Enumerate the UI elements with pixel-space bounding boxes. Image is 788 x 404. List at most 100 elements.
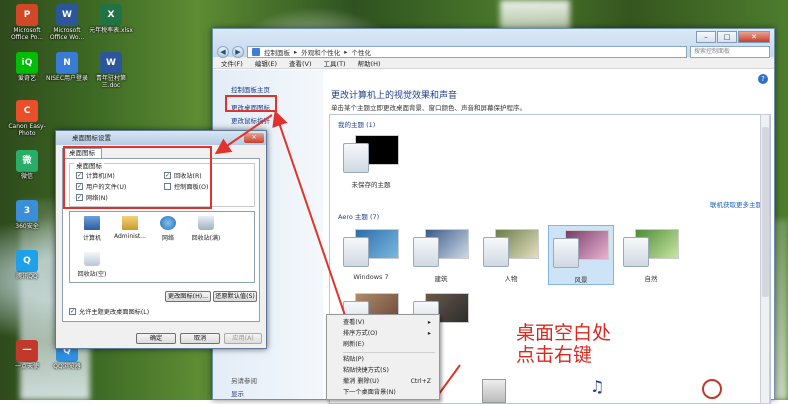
app-icon: W bbox=[56, 4, 78, 26]
theme-thumbnail bbox=[343, 135, 399, 173]
dialog-close-button[interactable]: ✕ bbox=[244, 133, 264, 143]
theme-aero[interactable]: Windows 7 bbox=[338, 225, 404, 281]
network-icon-item[interactable]: 网络 bbox=[150, 216, 186, 242]
desktop-shortcut[interactable]: C Canon Easy-Photo bbox=[4, 100, 50, 137]
breadcrumb-separator: ▸ bbox=[344, 48, 348, 56]
app-icon: X bbox=[100, 4, 122, 26]
app-icon: iQ bbox=[16, 52, 38, 74]
app-icon: 微 bbox=[16, 150, 38, 172]
title-bar: – □ ✕ ◀ ▶ 控制面板 ▸ 外观和个性化 ▸ 个性化 搜索控制面板 bbox=[213, 29, 774, 58]
control-panel-home-link[interactable]: 控制面板主页 bbox=[231, 84, 270, 94]
user-folder-icon bbox=[122, 216, 138, 230]
breadcrumb-item[interactable]: 外观和个性化 bbox=[301, 47, 340, 57]
recycle-bin-empty-icon bbox=[84, 252, 100, 266]
network-icon bbox=[160, 216, 176, 230]
theme-thumbnail bbox=[553, 230, 609, 268]
desktop-shortcut-label: 360安全 bbox=[15, 223, 39, 230]
menu-item-paste-shortcut[interactable]: 粘贴快捷方式(S) bbox=[343, 366, 435, 376]
desktop-shortcut[interactable]: 3 360安全 bbox=[4, 200, 50, 230]
display-link[interactable]: 显示 bbox=[231, 388, 244, 398]
desktop-shortcut[interactable]: W Microsoft Office Wo... bbox=[44, 4, 90, 41]
menu-file[interactable]: 文件(F) bbox=[221, 58, 243, 68]
theme-aero[interactable]: 风景 bbox=[548, 225, 614, 285]
breadcrumb-separator: ▸ bbox=[294, 48, 298, 56]
scrollbar-thumb[interactable] bbox=[762, 127, 769, 297]
menu-item-sort[interactable]: 排序方式(O) ▸ bbox=[343, 329, 435, 339]
forward-button[interactable]: ▶ bbox=[232, 46, 244, 58]
desktop-shortcut[interactable]: W 青年驻村第三.doc bbox=[88, 52, 134, 89]
page-subtitle: 单击某个主题立即更改桌面背景、窗口颜色、声音和屏幕保护程序。 bbox=[331, 104, 526, 112]
app-icon: N bbox=[56, 52, 78, 74]
desktop-shortcut[interactable]: X 元年税率表.xlsx bbox=[88, 4, 134, 34]
dialog-title: 桌面图标设置 bbox=[56, 131, 266, 145]
aero-themes-header: Aero 主题 (7) bbox=[338, 213, 380, 221]
theme-aero[interactable]: 建筑 bbox=[408, 225, 474, 283]
highlight-change-desktop-icons bbox=[225, 95, 277, 112]
minimize-button[interactable]: – bbox=[696, 31, 716, 43]
desktop-background-icon[interactable] bbox=[482, 379, 506, 403]
control-panel-window: – □ ✕ ◀ ▶ 控制面板 ▸ 外观和个性化 ▸ 个性化 搜索控制面板 文件(… bbox=[212, 28, 775, 404]
ok-button[interactable]: 确定 bbox=[136, 333, 176, 344]
change-icon-button[interactable]: 更改图标(H)... bbox=[165, 291, 211, 302]
desktop-shortcut-label: 腾讯QQ bbox=[16, 273, 38, 280]
page-title: 更改计算机上的视觉效果和声音 bbox=[331, 91, 458, 101]
maximize-button[interactable]: □ bbox=[717, 31, 737, 43]
menu-item-refresh[interactable]: 刷新(E) bbox=[343, 340, 435, 350]
theme-thumbnail bbox=[343, 229, 399, 267]
help-icon[interactable]: ? bbox=[758, 74, 768, 84]
context-menu: 查看(V) ▸ 排序方式(O) ▸ 刷新(E) 粘贴(P) 粘贴快捷方式(S) 撤消… bbox=[326, 314, 440, 400]
user-files-icon-item[interactable]: Administ... bbox=[112, 216, 148, 240]
menu-tools[interactable]: 工具(T) bbox=[324, 58, 346, 68]
computer-icon-item[interactable]: 计算机 bbox=[74, 216, 110, 242]
breadcrumb-item[interactable]: 控制面板 bbox=[264, 47, 290, 57]
address-bar[interactable]: 控制面板 ▸ 外观和个性化 ▸ 个性化 bbox=[247, 46, 687, 58]
menu-item-paste[interactable]: 粘贴(P) bbox=[343, 355, 435, 365]
allow-themes-checkbox[interactable]: ✓ 允许主题更改桌面图标(L) bbox=[69, 307, 149, 316]
back-button[interactable]: ◀ bbox=[217, 46, 229, 58]
theme-name: 自然 bbox=[644, 275, 658, 283]
menu-view[interactable]: 查看(V) bbox=[289, 58, 312, 68]
app-icon: C bbox=[16, 100, 38, 122]
cancel-button[interactable]: 取消 bbox=[180, 333, 220, 344]
desktop-shortcut[interactable]: N NISEC用户登录 bbox=[44, 52, 90, 82]
annotation-line-1: 桌面空白处 bbox=[516, 322, 612, 344]
desktop-shortcut-label: 元年税率表.xlsx bbox=[89, 27, 133, 34]
desktop-shortcut-label: QQ浏览器 bbox=[53, 363, 81, 370]
computer-icon bbox=[84, 216, 100, 230]
menu-help[interactable]: 帮助(H) bbox=[358, 58, 381, 68]
theme-name: 建筑 bbox=[434, 275, 448, 283]
get-more-themes-link[interactable]: 联机获取更多主题 bbox=[710, 199, 762, 209]
icon-list[interactable]: 计算机 Administ... 网络 回收站(满) 回收站(空) bbox=[69, 211, 255, 283]
sounds-icon[interactable]: ♫ bbox=[590, 377, 604, 396]
highlight-desktop-icons-group bbox=[63, 146, 212, 209]
desktop-shortcut[interactable]: Q 腾讯QQ bbox=[4, 250, 50, 280]
menu-edit[interactable]: 编辑(E) bbox=[255, 58, 277, 68]
restore-default-button[interactable]: 还原默认值(S) bbox=[213, 291, 257, 302]
theme-name: 风景 bbox=[574, 276, 588, 284]
menu-item-view[interactable]: 查看(V) ▸ bbox=[343, 318, 435, 328]
recycle-empty-icon-item[interactable]: 回收站(空) bbox=[74, 252, 110, 278]
theme-name: 未保存的主题 bbox=[351, 181, 391, 189]
close-button[interactable]: ✕ bbox=[738, 31, 770, 43]
theme-aero[interactable]: 人物 bbox=[478, 225, 544, 283]
desktop-shortcut[interactable]: 微微信 bbox=[4, 150, 50, 180]
scrollbar[interactable] bbox=[760, 114, 770, 404]
desktop-shortcut-label: Canon Easy-Photo bbox=[8, 123, 46, 137]
change-mouse-pointer-link[interactable]: 更改鼠标指针 bbox=[231, 115, 270, 125]
theme-name: 人物 bbox=[504, 275, 518, 283]
apply-button[interactable]: 应用(A) bbox=[224, 333, 262, 344]
screensaver-icon[interactable] bbox=[702, 379, 722, 399]
menu-item-undo-delete[interactable]: 撤消 删除(U) Ctrl+Z bbox=[343, 377, 435, 387]
search-input[interactable]: 搜索控制面板 bbox=[690, 46, 770, 58]
theme-aero[interactable]: 自然 bbox=[618, 225, 684, 283]
app-icon: Q bbox=[16, 250, 38, 272]
menu-item-next-background[interactable]: 下一个桌面背景(N) bbox=[343, 388, 435, 398]
breadcrumb-item[interactable]: 个性化 bbox=[352, 47, 372, 57]
desktop-shortcut-label: NISEC用户登录 bbox=[45, 75, 89, 82]
app-icon: 一 bbox=[16, 340, 38, 362]
theme-unsaved[interactable]: 未保存的主题 bbox=[338, 135, 404, 189]
recycle-bin-full-icon bbox=[198, 216, 214, 230]
see-also-label: 另请参阅 bbox=[231, 377, 257, 385]
recycle-full-icon-item[interactable]: 回收站(满) bbox=[188, 216, 224, 242]
theme-thumbnail bbox=[483, 229, 539, 267]
